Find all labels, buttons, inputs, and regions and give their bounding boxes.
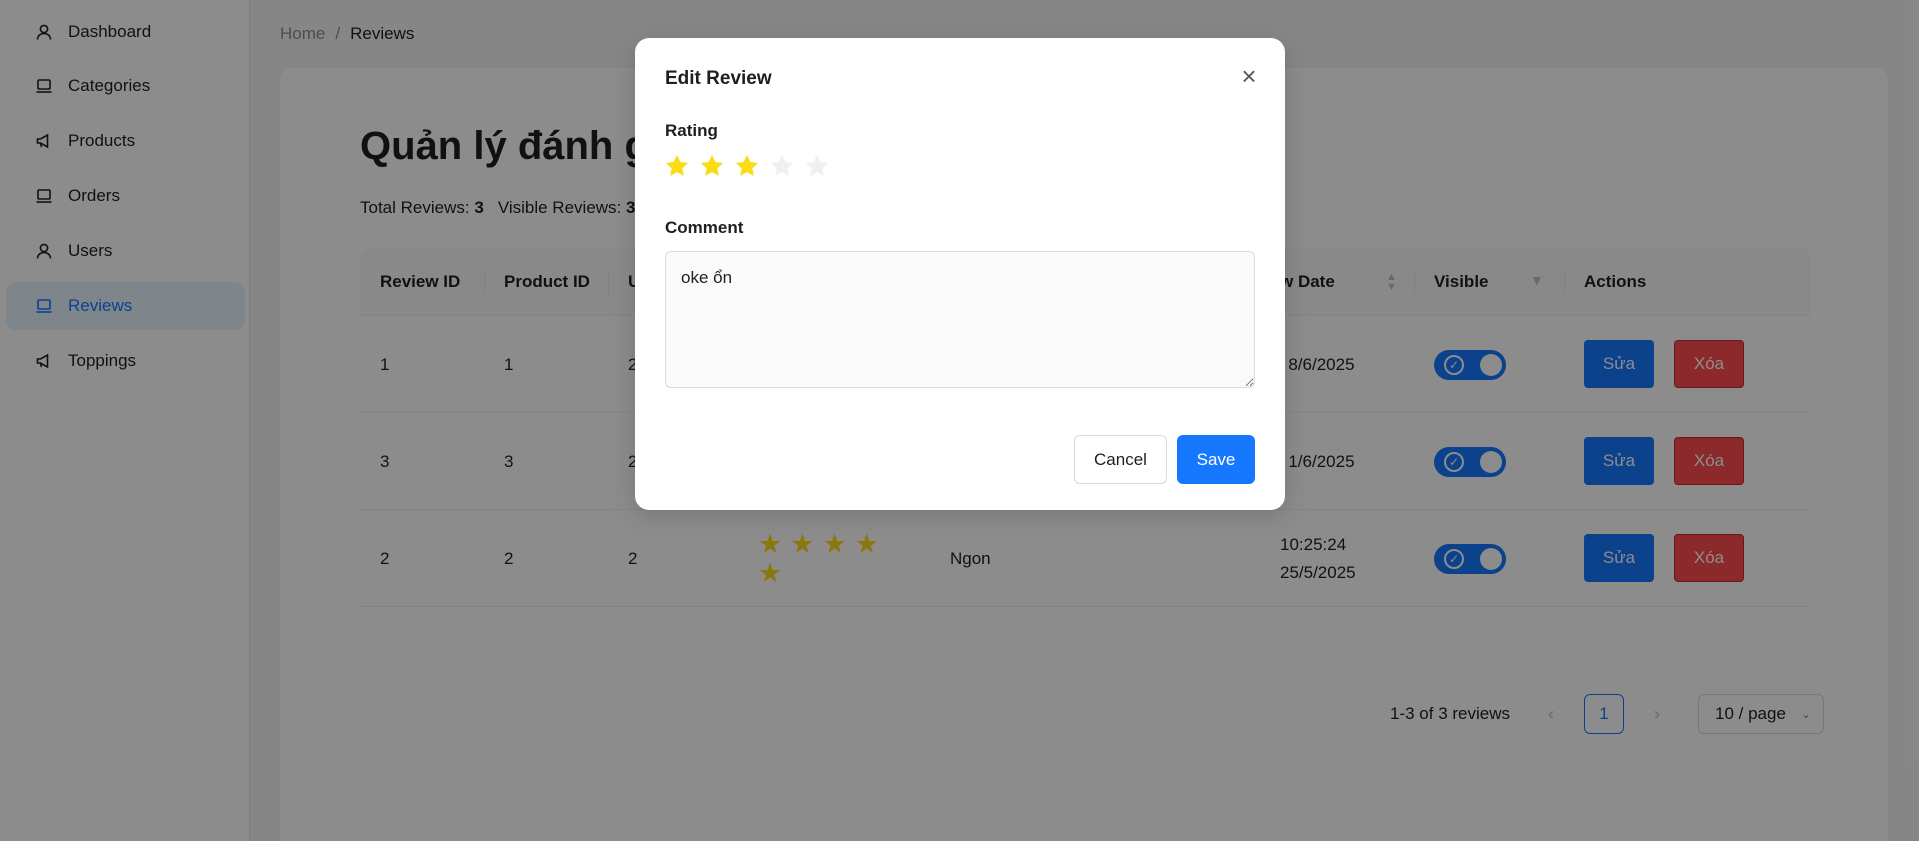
rating-input[interactable] <box>663 152 831 180</box>
star-icon[interactable] <box>663 152 691 180</box>
rating-label: Rating <box>665 121 718 140</box>
edit-review-modal: Edit Review × Rating Comment oke ổn Canc… <box>635 38 1285 510</box>
cancel-button[interactable]: Cancel <box>1074 435 1167 484</box>
modal-title: Edit Review <box>665 68 772 89</box>
comment-textarea[interactable]: oke ổn <box>665 251 1255 388</box>
save-button[interactable]: Save <box>1177 435 1255 484</box>
star-icon[interactable] <box>733 152 761 180</box>
comment-label: Comment <box>665 218 744 237</box>
close-icon[interactable]: × <box>1235 62 1263 90</box>
star-icon[interactable] <box>768 152 796 180</box>
star-icon[interactable] <box>698 152 726 180</box>
star-icon[interactable] <box>803 152 831 180</box>
